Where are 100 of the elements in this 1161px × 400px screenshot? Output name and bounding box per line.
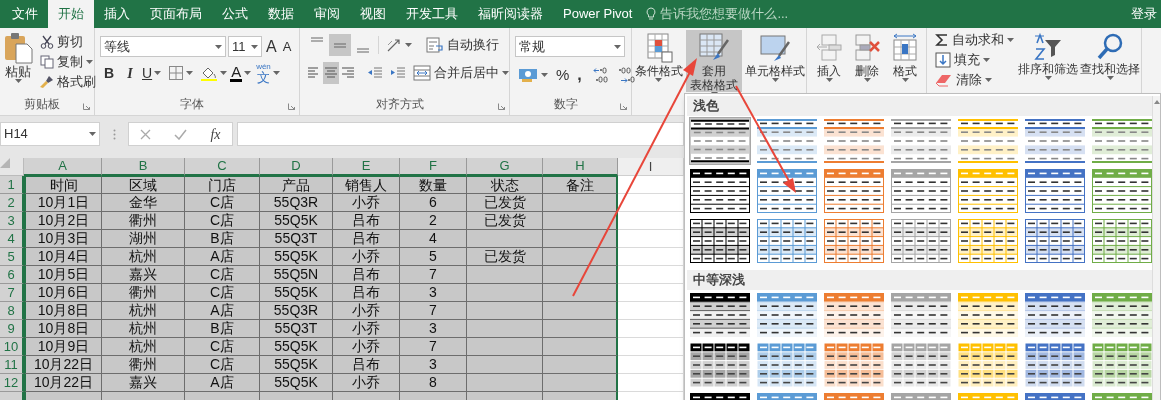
table-style-swatch[interactable]: [890, 167, 952, 215]
row-header[interactable]: 11: [0, 356, 24, 374]
comma-button[interactable]: ,: [574, 63, 585, 87]
paste-button[interactable]: 粘贴: [3, 32, 33, 94]
row-header[interactable]: 5: [0, 248, 24, 266]
column-header[interactable]: I: [618, 158, 684, 176]
font-color-button[interactable]: A: [230, 64, 252, 82]
ribbon-tab[interactable]: 页面布局: [140, 0, 212, 28]
table-style-swatch[interactable]: [756, 291, 818, 339]
shrink-font-button[interactable]: A: [280, 40, 294, 53]
table-style-swatch[interactable]: [689, 341, 751, 389]
table-style-swatch[interactable]: [957, 117, 1019, 165]
column-header[interactable]: C: [185, 158, 260, 176]
table-style-swatch[interactable]: [957, 341, 1019, 389]
insert-function-button[interactable]: fx: [210, 123, 221, 145]
table-style-swatch[interactable]: [957, 167, 1019, 215]
table-style-swatch[interactable]: [890, 291, 952, 339]
table-style-swatch[interactable]: [1091, 167, 1153, 215]
table-style-swatch[interactable]: [689, 167, 751, 215]
ribbon-tab[interactable]: 视图: [350, 0, 396, 28]
table-style-swatch[interactable]: [1024, 291, 1086, 339]
table-style-swatch[interactable]: [1091, 291, 1153, 339]
cell-styles-button[interactable]: 单元格样式: [744, 30, 806, 92]
column-header[interactable]: B: [102, 158, 185, 176]
ribbon-tab[interactable]: Power Pivot: [553, 0, 643, 28]
column-header[interactable]: H: [543, 158, 618, 176]
autosum-button[interactable]: 自动求和: [932, 30, 1017, 50]
table-style-swatch[interactable]: [890, 341, 952, 389]
borders-button[interactable]: [168, 65, 194, 81]
format-as-table-button[interactable]: 套用 表格格式: [686, 30, 742, 92]
table-style-swatch[interactable]: [756, 117, 818, 165]
table-style-swatch[interactable]: [890, 117, 952, 165]
name-box[interactable]: H14: [0, 122, 100, 146]
font-name-field[interactable]: 等线: [100, 36, 226, 57]
sign-in-link[interactable]: 登录: [1131, 0, 1161, 28]
column-header[interactable]: E: [333, 158, 400, 176]
table-style-swatch[interactable]: [689, 291, 751, 339]
merge-center-button[interactable]: 合并后居中: [410, 63, 512, 83]
table-style-swatch[interactable]: [823, 167, 885, 215]
table-style-swatch[interactable]: [823, 341, 885, 389]
scrollbar[interactable]: [1152, 96, 1160, 400]
table-style-swatch[interactable]: [957, 291, 1019, 339]
underline-button[interactable]: U: [142, 62, 162, 84]
row-header[interactable]: 10: [0, 338, 24, 356]
row-header[interactable]: 7: [0, 284, 24, 302]
tell-me-field[interactable]: 告诉我您想要做什么...: [660, 4, 831, 24]
table-style-swatch[interactable]: [823, 291, 885, 339]
table-style-swatch[interactable]: [756, 217, 818, 265]
table-style-swatch[interactable]: [1024, 117, 1086, 165]
column-header[interactable]: A: [24, 158, 102, 176]
row-header[interactable]: 1: [0, 176, 24, 194]
column-header[interactable]: D: [260, 158, 333, 176]
find-select-button[interactable]: 查找和选择: [1079, 30, 1141, 92]
percent-button[interactable]: %: [554, 63, 572, 87]
formula-input[interactable]: [237, 122, 684, 146]
table-style-swatch[interactable]: [756, 167, 818, 215]
format-button[interactable]: 格式: [887, 30, 923, 92]
column-header[interactable]: F: [400, 158, 467, 176]
delete-button[interactable]: 删除: [849, 30, 885, 92]
phonetic-button[interactable]: wén 文: [256, 62, 280, 84]
cut-button[interactable]: 剪切: [37, 32, 99, 52]
fill-color-button[interactable]: [200, 65, 228, 81]
ribbon-tab[interactable]: 数据: [258, 0, 304, 28]
table-style-swatch[interactable]: [1024, 217, 1086, 265]
row-header[interactable]: 8: [0, 302, 24, 320]
ribbon-tab[interactable]: 公式: [212, 0, 258, 28]
ribbon-tab[interactable]: 审阅: [304, 0, 350, 28]
ribbon-tab[interactable]: 福昕阅读器: [468, 0, 553, 28]
table-style-swatch[interactable]: [1091, 341, 1153, 389]
grow-font-button[interactable]: A: [264, 38, 279, 55]
row-header[interactable]: 2: [0, 194, 24, 212]
table-style-swatch[interactable]: [689, 217, 751, 265]
ribbon-tab[interactable]: 插入: [94, 0, 140, 28]
table-style-swatch[interactable]: [1091, 117, 1153, 165]
format-painter-button[interactable]: 格式刷: [37, 72, 99, 92]
table-style-swatch[interactable]: [1024, 341, 1086, 389]
row-header[interactable]: 4: [0, 230, 24, 248]
ribbon-tab[interactable]: 文件: [2, 0, 48, 28]
table-style-swatch[interactable]: [823, 117, 885, 165]
fill-button[interactable]: 填充: [932, 50, 1017, 70]
number-format-field[interactable]: 常规: [515, 36, 625, 57]
row-header[interactable]: 9: [0, 320, 24, 338]
copy-button[interactable]: 复制: [37, 52, 99, 72]
bold-button[interactable]: B: [100, 62, 118, 84]
clear-button[interactable]: 清除: [932, 70, 1017, 90]
column-header[interactable]: G: [467, 158, 543, 176]
ribbon-tab[interactable]: 开始: [48, 0, 94, 28]
row-header[interactable]: 6: [0, 266, 24, 284]
table-style-swatch[interactable]: [957, 217, 1019, 265]
ribbon-tab[interactable]: 开发工具: [396, 0, 468, 28]
wrap-text-button[interactable]: 自动换行: [423, 35, 502, 55]
table-style-swatch[interactable]: [1091, 217, 1153, 265]
row-header[interactable]: 3: [0, 212, 24, 230]
insert-button[interactable]: 插入: [811, 30, 847, 92]
font-size-field[interactable]: 11: [228, 36, 262, 57]
conditional-format-button[interactable]: 条件格式: [634, 30, 684, 92]
row-header[interactable]: 12: [0, 374, 24, 392]
italic-button[interactable]: I: [121, 62, 139, 84]
table-style-swatch[interactable]: [1024, 167, 1086, 215]
table-style-swatch[interactable]: [823, 217, 885, 265]
